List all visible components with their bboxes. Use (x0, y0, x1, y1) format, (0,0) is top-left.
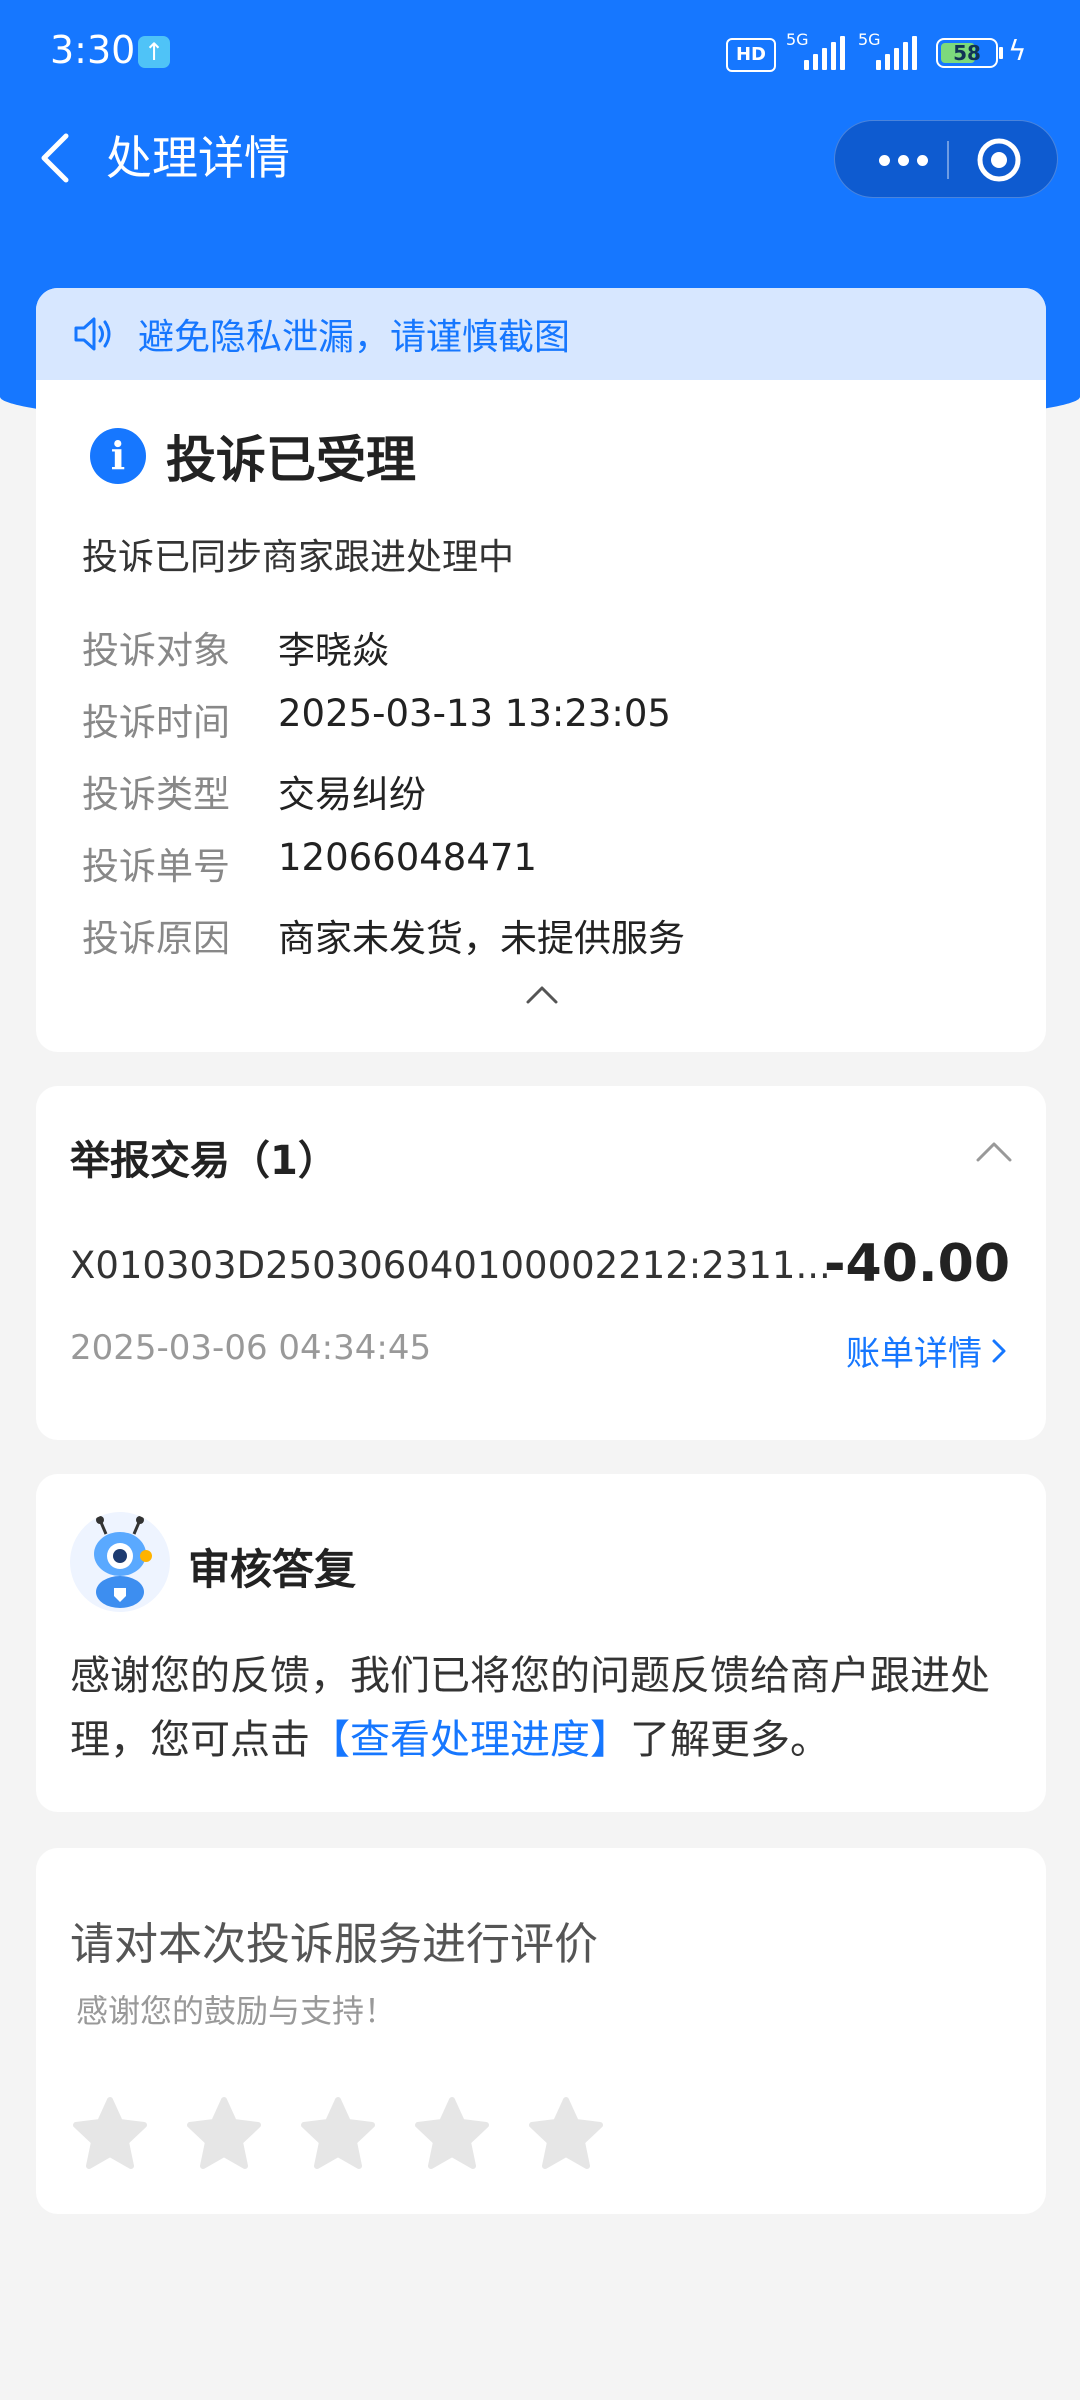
detail-row-number: 投诉单号 12066048471 (82, 836, 537, 888)
hd-voice-icon: HD (726, 38, 776, 72)
battery-icon: 58 (936, 38, 998, 68)
more-button[interactable] (863, 121, 943, 199)
star-icon[interactable] (70, 2094, 150, 2174)
status-title: 投诉已受理 (166, 431, 416, 489)
star-rating[interactable] (70, 2094, 606, 2174)
privacy-notice-text: 避免隐私泄漏，请谨慎截图 (138, 317, 571, 358)
transaction-time: 2025-03-06 04:34:45 (70, 1328, 432, 1368)
report-title: 举报交易（1） (70, 1138, 338, 1184)
report-card: 举报交易（1） X010303D250306040100002212:2311.… (36, 1086, 1046, 1440)
star-icon[interactable] (412, 2094, 492, 2174)
complaint-status: i 投诉已受理 (90, 420, 416, 492)
upload-icon: ↑ (138, 36, 170, 68)
battery-tip (999, 47, 1003, 59)
detail-row-time: 投诉时间 2025-03-13 13:23:05 (82, 692, 671, 744)
signal-icon: 5G (786, 30, 850, 70)
rating-subtitle: 感谢您的鼓励与支持！ (76, 1992, 397, 2030)
close-target-button[interactable] (975, 136, 1023, 184)
reply-text: 感谢您的反馈，我们已将您的问题反馈给商户跟进处理，您可点击【查看处理进度】了解更… (70, 1653, 990, 1763)
status-subtitle: 投诉已同步商家跟进处理中 (82, 537, 515, 578)
bill-detail-label: 账单详情 (846, 1334, 982, 1374)
back-button[interactable] (30, 128, 80, 188)
detail-row-type: 投诉类型 交易纠纷 (82, 773, 426, 816)
signal-icon: 5G (858, 30, 922, 70)
rating-title: 请对本次投诉服务进行评价 (70, 1919, 598, 1970)
speaker-icon (74, 317, 111, 351)
transaction-amount: -40.00 (823, 1234, 1010, 1294)
rating-card: 请对本次投诉服务进行评价 感谢您的鼓励与支持！ (36, 1848, 1046, 2214)
chevron-up-icon[interactable] (974, 1138, 1014, 1164)
info-icon: i (90, 428, 146, 484)
status-bar: 3:30 ↑ HD 5G 5G 58 ϟ (0, 0, 1080, 110)
mini-program-capsule (834, 120, 1058, 198)
capsule-divider (947, 141, 949, 179)
chevron-right-icon (992, 1339, 1006, 1362)
robot-avatar-icon (70, 1512, 170, 1612)
page-title: 处理详情 (106, 131, 290, 185)
chevron-up-icon[interactable] (522, 980, 562, 1006)
star-icon[interactable] (184, 2094, 264, 2174)
detail-row-target: 投诉对象 李晓焱 (82, 629, 389, 672)
privacy-notice: 避免隐私泄漏，请谨慎截图 (36, 288, 1046, 380)
status-time: 3:30 (50, 28, 136, 72)
bill-detail-link[interactable]: 账单详情 (846, 1326, 1010, 1375)
view-progress-link[interactable]: 【查看处理进度】 (310, 1717, 630, 1763)
detail-row-reason: 投诉原因 商家未发货，未提供服务 (82, 917, 685, 960)
more-dots-icon (878, 154, 890, 166)
star-icon[interactable] (298, 2094, 378, 2174)
chevron-left-icon (41, 133, 69, 183)
transaction-id: X010303D250306040100002212:2311... (70, 1244, 831, 1287)
charging-icon: ϟ (1008, 34, 1027, 67)
star-icon[interactable] (526, 2094, 606, 2174)
reply-card: 审核答复 感谢您的反馈，我们已将您的问题反馈给商户跟进处理，您可点击【查看处理进… (36, 1474, 1046, 1812)
reply-title: 审核答复 (188, 1545, 357, 1594)
